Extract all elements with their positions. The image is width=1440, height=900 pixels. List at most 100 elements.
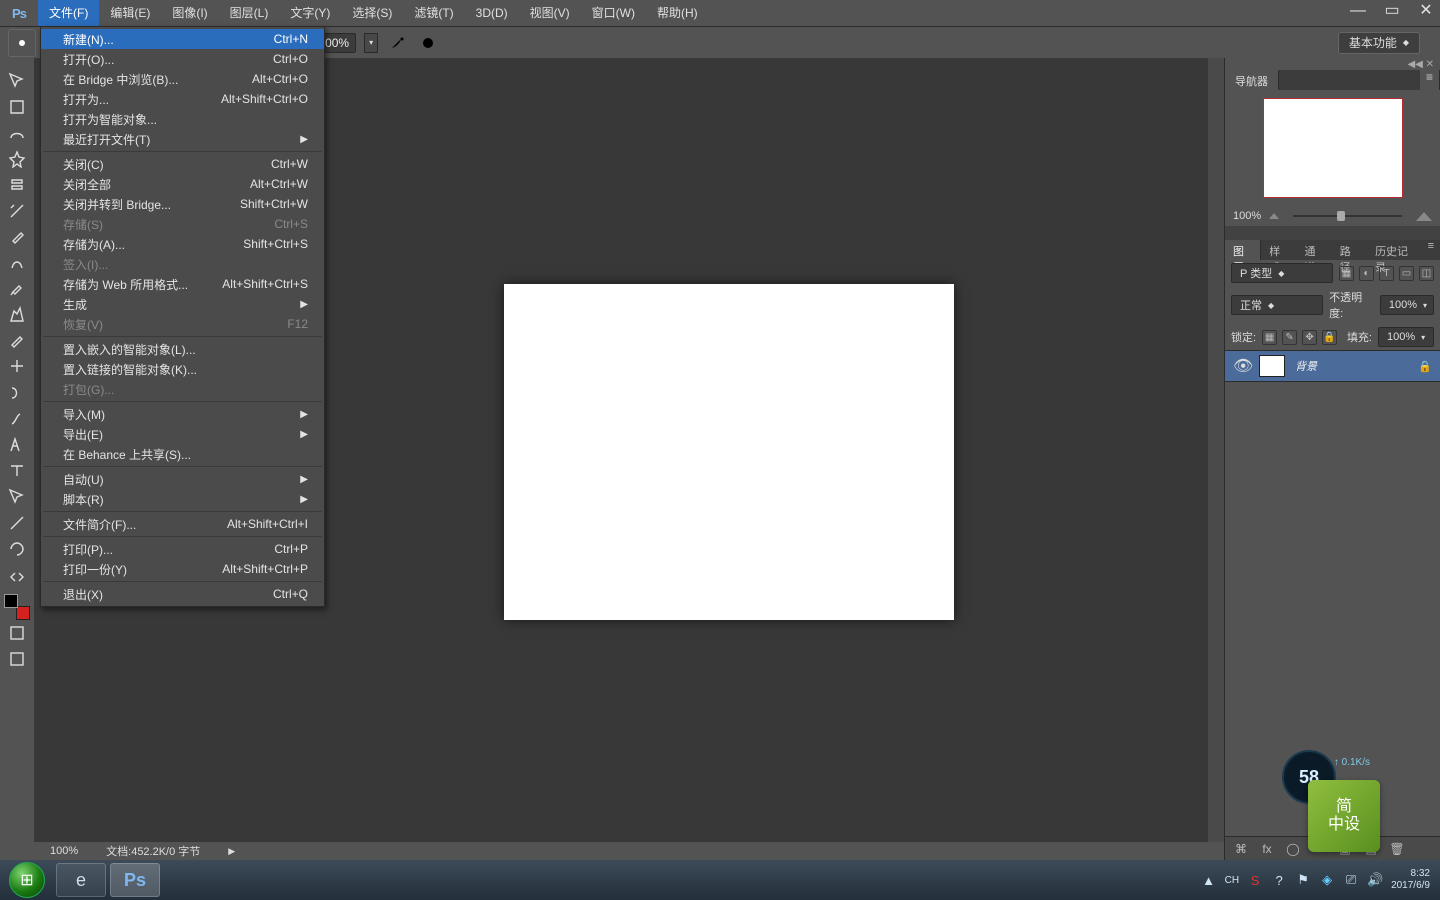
filter-type-icon[interactable]: T: [1379, 266, 1394, 281]
panel-tab-3[interactable]: 路径: [1332, 240, 1367, 260]
menu-图层[interactable]: 图层(L): [219, 0, 280, 26]
file-menu-item[interactable]: 导出(E)▶: [41, 424, 324, 444]
file-menu-item[interactable]: 生成▶: [41, 294, 324, 314]
file-menu-item[interactable]: 关闭(C)Ctrl+W: [41, 154, 324, 174]
spot-heal-tool[interactable]: [4, 224, 30, 250]
navigator-zoom-slider[interactable]: [1293, 215, 1402, 217]
menu-选择[interactable]: 选择(S): [341, 0, 403, 26]
layers-menu-icon[interactable]: ≡: [1422, 240, 1440, 260]
tray-shield-icon[interactable]: ◈: [1319, 872, 1335, 888]
history-brush-tool[interactable]: [4, 302, 30, 328]
panel-tab-4[interactable]: 历史记录: [1367, 240, 1422, 260]
lock-all-icon[interactable]: 🔒: [1322, 330, 1337, 345]
taskbar-ie-icon[interactable]: e: [56, 863, 106, 897]
panel-collapse-icon[interactable]: ◀◀ ✕: [1225, 58, 1440, 70]
file-menu-item[interactable]: 打印一份(Y)Alt+Shift+Ctrl+P: [41, 559, 324, 579]
move-tool[interactable]: [4, 68, 30, 94]
file-menu-item[interactable]: 脚本(R)▶: [41, 489, 324, 509]
ime-indicator[interactable]: CH: [1225, 875, 1239, 886]
lock-pixels-icon[interactable]: ✎: [1282, 330, 1297, 345]
pressure-size-icon[interactable]: [418, 33, 438, 53]
gradient-tool[interactable]: [4, 354, 30, 380]
flow-dropdown-icon[interactable]: ▾: [364, 33, 378, 53]
navigator-thumbnail[interactable]: [1263, 98, 1403, 198]
panel-tab-2[interactable]: 通道: [1297, 240, 1332, 260]
line-tool[interactable]: [4, 510, 30, 536]
menu-3d[interactable]: 3D(D): [465, 0, 519, 26]
blur-tool[interactable]: [4, 380, 30, 406]
layer-kind-filter[interactable]: P 类型◆: [1231, 263, 1333, 283]
file-menu-item[interactable]: 置入链接的智能对象(K)...: [41, 359, 324, 379]
file-menu-item[interactable]: 打开(O)...Ctrl+O: [41, 49, 324, 69]
vertical-scrollbar[interactable]: [1208, 58, 1224, 842]
visibility-eye-icon[interactable]: 👁: [1233, 356, 1249, 376]
dodge-tool[interactable]: [4, 406, 30, 432]
airbrush-icon[interactable]: [388, 33, 408, 53]
menu-滤镜[interactable]: 滤镜(T): [403, 0, 464, 26]
file-menu-item[interactable]: 在 Bridge 中浏览(B)...Alt+Ctrl+O: [41, 69, 324, 89]
workspace-switcher[interactable]: 基本功能◆: [1338, 32, 1420, 54]
lasso-tool[interactable]: [4, 120, 30, 146]
screen-mode-icon[interactable]: [4, 646, 30, 672]
zoom-tool[interactable]: [4, 562, 30, 588]
filter-smart-icon[interactable]: ◫: [1419, 266, 1434, 281]
taskbar-ps-icon[interactable]: Ps: [110, 863, 160, 897]
tray-volume-icon[interactable]: 🔊: [1367, 872, 1383, 888]
filter-shape-icon[interactable]: ▭: [1399, 266, 1414, 281]
file-menu-item[interactable]: 打开为...Alt+Shift+Ctrl+O: [41, 89, 324, 109]
delete-layer-icon[interactable]: 🗑: [1389, 842, 1405, 856]
file-menu-item[interactable]: 关闭并转到 Bridge...Shift+Ctrl+W: [41, 194, 324, 214]
start-button[interactable]: ⊞: [0, 860, 54, 900]
quick-mask-icon[interactable]: [4, 620, 30, 646]
close-icon[interactable]: ✕: [1418, 4, 1434, 20]
tray-sogou-icon[interactable]: S: [1247, 873, 1263, 888]
file-menu-item[interactable]: 自动(U)▶: [41, 469, 324, 489]
file-menu-item[interactable]: 关闭全部Alt+Ctrl+W: [41, 174, 324, 194]
tray-flag2-icon[interactable]: ⚑: [1295, 872, 1311, 888]
status-menu-icon[interactable]: ▶: [228, 846, 235, 857]
mask-icon[interactable]: ◯: [1285, 842, 1301, 856]
layer-thumbnail[interactable]: [1259, 355, 1285, 377]
file-menu-item[interactable]: 新建(N)...Ctrl+N: [41, 29, 324, 49]
panel-tab-1[interactable]: 样式: [1261, 240, 1296, 260]
brush-tool[interactable]: [4, 250, 30, 276]
marquee-tool[interactable]: [4, 94, 30, 120]
menu-文字[interactable]: 文字(Y): [279, 0, 341, 26]
menu-视图[interactable]: 视图(V): [519, 0, 581, 26]
navigator-menu-icon[interactable]: ≡: [1420, 70, 1440, 90]
filter-pixel-icon[interactable]: ▦: [1339, 266, 1354, 281]
menu-窗口[interactable]: 窗口(W): [581, 0, 646, 26]
eraser-tool[interactable]: [4, 328, 30, 354]
zoom-in-icon[interactable]: [1416, 212, 1432, 221]
hand-tool[interactable]: [4, 536, 30, 562]
file-menu-item[interactable]: 打印(P)...Ctrl+P: [41, 539, 324, 559]
magic-wand-tool[interactable]: [4, 146, 30, 172]
path-select-tool[interactable]: [4, 484, 30, 510]
filter-adjust-icon[interactable]: ◐: [1359, 266, 1374, 281]
tray-flag-icon[interactable]: ▲: [1201, 873, 1217, 888]
link-layers-icon[interactable]: ⌘: [1233, 842, 1249, 856]
pen-tool[interactable]: [4, 432, 30, 458]
maximize-icon[interactable]: ▭: [1384, 4, 1400, 20]
zoom-out-icon[interactable]: [1269, 213, 1279, 219]
file-menu-item[interactable]: 置入嵌入的智能对象(L)...: [41, 339, 324, 359]
menu-帮助[interactable]: 帮助(H): [646, 0, 709, 26]
menu-编辑[interactable]: 编辑(E): [99, 0, 161, 26]
file-menu-item[interactable]: 文件简介(F)...Alt+Shift+Ctrl+I: [41, 514, 324, 534]
lock-transparency-icon[interactable]: ▦: [1262, 330, 1277, 345]
color-swatch[interactable]: [4, 594, 30, 620]
file-menu-item[interactable]: 最近打开文件(T)▶: [41, 129, 324, 149]
canvas[interactable]: [504, 284, 954, 620]
file-menu-item[interactable]: 导入(M)▶: [41, 404, 324, 424]
taskbar-clock[interactable]: 8:32 2017/6/9: [1391, 868, 1430, 892]
menu-文件[interactable]: 文件(F): [38, 0, 99, 26]
clone-stamp-tool[interactable]: [4, 276, 30, 302]
lock-position-icon[interactable]: ✥: [1302, 330, 1317, 345]
type-tool[interactable]: [4, 458, 30, 484]
tray-network-icon[interactable]: ⎚: [1343, 872, 1359, 888]
file-menu-item[interactable]: 打开为智能对象...: [41, 109, 324, 129]
panel-tab-0[interactable]: 图层: [1225, 240, 1261, 260]
navigator-tab[interactable]: 导航器: [1225, 70, 1279, 90]
brush-preview-icon[interactable]: [8, 29, 36, 57]
minimize-icon[interactable]: —: [1350, 4, 1366, 20]
